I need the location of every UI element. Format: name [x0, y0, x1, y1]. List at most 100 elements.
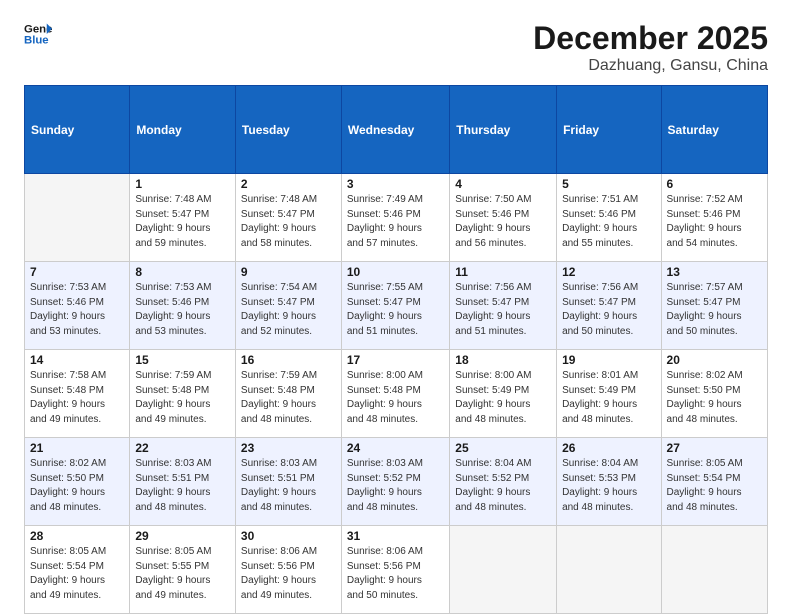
calendar-week-row: 14 Sunrise: 7:58 AM Sunset: 5:48 PM Dayli…	[25, 350, 768, 438]
table-row: 7Sunrise: 7:53 AM Sunset: 5:46 PM Daylig…	[25, 262, 130, 350]
day-number: 4	[455, 177, 551, 191]
day-number: 5	[562, 177, 655, 191]
table-row: 19 Sunrise: 8:01 AM Sunset: 5:49 PM Dayli…	[557, 350, 661, 438]
day-detail: Sunrise: 7:48 AM Sunset: 5:47 PM Dayligh…	[135, 193, 230, 251]
day-detail: Sunrise: 8:00 AM Sunset: 5:49 PM Dayligh…	[455, 369, 551, 427]
table-row: 24 Sunrise: 8:03 AM Sunset: 5:52 PM Dayli…	[341, 438, 449, 526]
day-detail: Sunrise: 7:56 AM Sunset: 5:47 PM Dayligh…	[455, 281, 551, 339]
day-number: 29	[135, 529, 230, 543]
day-number: 9	[241, 265, 336, 279]
header-tuesday: Tuesday	[235, 86, 341, 174]
day-number: 31	[347, 529, 444, 543]
day-number: 11	[455, 265, 551, 279]
day-number: 27	[667, 441, 762, 455]
logo: General Blue	[24, 20, 52, 48]
day-detail: Sunrise: 7:56 AM Sunset: 5:47 PM Dayligh…	[562, 281, 655, 339]
day-number: 26	[562, 441, 655, 455]
logo-icon: General Blue	[24, 20, 52, 48]
table-row: 29 Sunrise: 8:05 AM Sunset: 5:55 PM Dayli…	[130, 526, 236, 614]
day-detail: Sunrise: 8:02 AM Sunset: 5:50 PM Dayligh…	[667, 369, 762, 427]
table-row	[557, 526, 661, 614]
calendar-week-row: 7Sunrise: 7:53 AM Sunset: 5:46 PM Daylig…	[25, 262, 768, 350]
day-detail: Sunrise: 7:59 AM Sunset: 5:48 PM Dayligh…	[241, 369, 336, 427]
day-number: 28	[30, 529, 124, 543]
title-block: December 2025 Dazhuang, Gansu, China	[533, 20, 768, 75]
table-row: 10Sunrise: 7:55 AM Sunset: 5:47 PM Dayli…	[341, 262, 449, 350]
day-number: 15	[135, 353, 230, 367]
day-detail: Sunrise: 7:54 AM Sunset: 5:47 PM Dayligh…	[241, 281, 336, 339]
day-number: 23	[241, 441, 336, 455]
day-number: 1	[135, 177, 230, 191]
table-row: 14 Sunrise: 7:58 AM Sunset: 5:48 PM Dayli…	[25, 350, 130, 438]
location: Dazhuang, Gansu, China	[533, 57, 768, 75]
table-row: 16 Sunrise: 7:59 AM Sunset: 5:48 PM Dayli…	[235, 350, 341, 438]
table-row: 6Sunrise: 7:52 AM Sunset: 5:46 PM Daylig…	[661, 174, 767, 262]
table-row: 22Sunrise: 8:03 AM Sunset: 5:51 PM Dayli…	[130, 438, 236, 526]
day-detail: Sunrise: 7:58 AM Sunset: 5:48 PM Dayligh…	[30, 369, 124, 427]
day-detail: Sunrise: 8:06 AM Sunset: 5:56 PM Dayligh…	[347, 545, 444, 603]
day-number: 12	[562, 265, 655, 279]
day-number: 30	[241, 529, 336, 543]
day-detail: Sunrise: 7:59 AM Sunset: 5:48 PM Dayligh…	[135, 369, 230, 427]
header-saturday: Saturday	[661, 86, 767, 174]
day-number: 25	[455, 441, 551, 455]
day-number: 2	[241, 177, 336, 191]
header-wednesday: Wednesday	[341, 86, 449, 174]
day-number: 19	[562, 353, 655, 367]
day-number: 17	[347, 353, 444, 367]
header-thursday: Thursday	[450, 86, 557, 174]
table-row: 2 Sunrise: 7:48 AM Sunset: 5:47 PM Daylig…	[235, 174, 341, 262]
day-detail: Sunrise: 8:01 AM Sunset: 5:49 PM Dayligh…	[562, 369, 655, 427]
table-row: 15 Sunrise: 7:59 AM Sunset: 5:48 PM Dayli…	[130, 350, 236, 438]
table-row: 8 Sunrise: 7:53 AM Sunset: 5:46 PM Daylig…	[130, 262, 236, 350]
day-number: 24	[347, 441, 444, 455]
day-number: 8	[135, 265, 230, 279]
day-number: 16	[241, 353, 336, 367]
table-row: 20 Sunrise: 8:02 AM Sunset: 5:50 PM Dayli…	[661, 350, 767, 438]
table-row: 18 Sunrise: 8:00 AM Sunset: 5:49 PM Dayli…	[450, 350, 557, 438]
day-detail: Sunrise: 8:05 AM Sunset: 5:54 PM Dayligh…	[667, 457, 762, 515]
day-detail: Sunrise: 7:57 AM Sunset: 5:47 PM Dayligh…	[667, 281, 762, 339]
table-row: 1 Sunrise: 7:48 AM Sunset: 5:47 PM Daylig…	[130, 174, 236, 262]
table-row: 27 Sunrise: 8:05 AM Sunset: 5:54 PM Dayli…	[661, 438, 767, 526]
table-row: 12 Sunrise: 7:56 AM Sunset: 5:47 PM Dayli…	[557, 262, 661, 350]
day-number: 3	[347, 177, 444, 191]
day-number: 21	[30, 441, 124, 455]
day-number: 18	[455, 353, 551, 367]
table-row	[661, 526, 767, 614]
day-detail: Sunrise: 7:53 AM Sunset: 5:46 PM Dayligh…	[30, 281, 124, 339]
table-row	[25, 174, 130, 262]
day-number: 6	[667, 177, 762, 191]
table-row: 30Sunrise: 8:06 AM Sunset: 5:56 PM Dayli…	[235, 526, 341, 614]
month-title: December 2025	[533, 20, 768, 57]
day-detail: Sunrise: 8:03 AM Sunset: 5:51 PM Dayligh…	[135, 457, 230, 515]
day-detail: Sunrise: 8:04 AM Sunset: 5:53 PM Dayligh…	[562, 457, 655, 515]
table-row	[450, 526, 557, 614]
table-row: 25 Sunrise: 8:04 AM Sunset: 5:52 PM Dayli…	[450, 438, 557, 526]
table-row: 31 Sunrise: 8:06 AM Sunset: 5:56 PM Dayli…	[341, 526, 449, 614]
day-detail: Sunrise: 7:50 AM Sunset: 5:46 PM Dayligh…	[455, 193, 551, 251]
table-row: 17Sunrise: 8:00 AM Sunset: 5:48 PM Dayli…	[341, 350, 449, 438]
day-detail: Sunrise: 7:53 AM Sunset: 5:46 PM Dayligh…	[135, 281, 230, 339]
calendar-week-row: 21Sunrise: 8:02 AM Sunset: 5:50 PM Dayli…	[25, 438, 768, 526]
day-number: 14	[30, 353, 124, 367]
day-detail: Sunrise: 8:04 AM Sunset: 5:52 PM Dayligh…	[455, 457, 551, 515]
day-detail: Sunrise: 8:05 AM Sunset: 5:54 PM Dayligh…	[30, 545, 124, 603]
header-friday: Friday	[557, 86, 661, 174]
calendar-header-row: Sunday Monday Tuesday Wednesday Thursday…	[25, 86, 768, 174]
table-row: 13 Sunrise: 7:57 AM Sunset: 5:47 PM Dayli…	[661, 262, 767, 350]
table-row: 23Sunrise: 8:03 AM Sunset: 5:51 PM Dayli…	[235, 438, 341, 526]
day-number: 10	[347, 265, 444, 279]
table-row: 21Sunrise: 8:02 AM Sunset: 5:50 PM Dayli…	[25, 438, 130, 526]
day-number: 13	[667, 265, 762, 279]
day-detail: Sunrise: 7:48 AM Sunset: 5:47 PM Dayligh…	[241, 193, 336, 251]
day-detail: Sunrise: 8:03 AM Sunset: 5:52 PM Dayligh…	[347, 457, 444, 515]
table-row: 9 Sunrise: 7:54 AM Sunset: 5:47 PM Daylig…	[235, 262, 341, 350]
day-detail: Sunrise: 8:05 AM Sunset: 5:55 PM Dayligh…	[135, 545, 230, 603]
calendar-table: Sunday Monday Tuesday Wednesday Thursday…	[24, 85, 768, 614]
day-detail: Sunrise: 7:51 AM Sunset: 5:46 PM Dayligh…	[562, 193, 655, 251]
calendar-week-row: 1 Sunrise: 7:48 AM Sunset: 5:47 PM Daylig…	[25, 174, 768, 262]
day-number: 20	[667, 353, 762, 367]
day-detail: Sunrise: 7:49 AM Sunset: 5:46 PM Dayligh…	[347, 193, 444, 251]
table-row: 26 Sunrise: 8:04 AM Sunset: 5:53 PM Dayli…	[557, 438, 661, 526]
